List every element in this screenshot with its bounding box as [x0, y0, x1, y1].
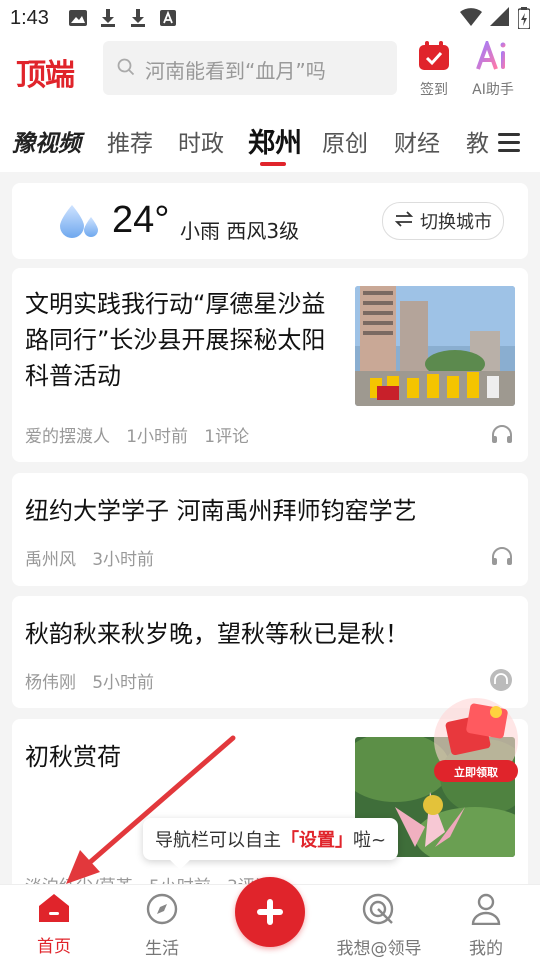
weather-description: 小雨 西风3级 — [180, 219, 300, 243]
channel-menu-icon[interactable] — [498, 131, 520, 157]
download-icon — [98, 8, 118, 28]
ai-assistant-button[interactable]: AI助手 — [463, 38, 523, 99]
nav-home[interactable]: 首页 — [9, 893, 99, 957]
search-input[interactable]: 河南能看到“血月”吗 — [103, 41, 397, 95]
status-system-icons — [460, 7, 531, 33]
switch-city-button[interactable]: 切换城市 — [382, 202, 504, 240]
news-author: 爱的摆渡人 — [25, 427, 110, 447]
checkin-button[interactable]: 签到 — [404, 41, 464, 99]
nav-life-label: 生活 — [145, 939, 179, 959]
search-icon — [117, 58, 135, 80]
nav-post-button[interactable] — [228, 877, 312, 947]
news-title[interactable]: 初秋赏荷 — [25, 739, 335, 775]
download-icon — [128, 8, 148, 28]
person-icon — [470, 893, 502, 930]
tab-original[interactable]: 原创 — [322, 124, 368, 158]
rain-icon — [58, 205, 100, 243]
app-header: 顶端 河南能看到“血月”吗 签到 AI助手 — [0, 36, 540, 100]
wifi-icon — [460, 7, 482, 33]
news-meta: 杨伟刚 5小时前 — [25, 668, 154, 693]
tab-henan-video[interactable]: 豫视频 — [12, 124, 81, 158]
nav-ask-leader-label: 我想@领导 — [336, 939, 422, 959]
nav-settings-tooltip: 导航栏可以自主 「设置」 啦~ — [143, 818, 399, 870]
switch-city-label: 切换城市 — [420, 212, 492, 233]
tooltip-text-end: 啦~ — [353, 830, 387, 851]
swap-icon — [394, 210, 414, 232]
news-card[interactable]: 纽约大学学子 河南禹州拜师钧窑学艺 禹州风 3小时前 — [12, 473, 528, 586]
search-placeholder: 河南能看到“血月”吗 — [145, 59, 326, 83]
active-tab-indicator — [260, 162, 286, 166]
news-title[interactable]: 文明实践我行动“厚德星沙益路同行”长沙县开展探秘太阳科普活动 — [25, 286, 335, 394]
ai-label: AI助手 — [472, 82, 514, 98]
temperature: 24° — [112, 199, 170, 241]
news-meta: 禹州风 3小时前 — [25, 545, 154, 570]
font-app-icon — [158, 8, 178, 28]
ai-icon — [475, 38, 511, 75]
nav-me[interactable]: 我的 — [441, 893, 531, 959]
news-title[interactable]: 秋韵秋来秋岁晚，望秋等秋已是秋！ — [25, 616, 495, 652]
headphone-icon[interactable] — [491, 547, 513, 569]
weather-card: 24° 小雨 西风3级 切换城市 — [12, 183, 528, 259]
tab-recommend[interactable]: 推荐 — [107, 124, 153, 158]
news-thumbnail-image[interactable] — [355, 286, 515, 406]
news-time: 5小时前 — [92, 673, 155, 693]
news-time: 1小时前 — [126, 427, 189, 447]
tooltip-highlight: 「设置」 — [281, 830, 353, 851]
status-time: 1:43 — [10, 7, 49, 29]
status-bar: 1:43 — [0, 0, 540, 36]
news-author: 杨伟刚 — [25, 673, 76, 693]
red-packet-promo[interactable]: 立即领取 — [428, 692, 524, 788]
tooltip-text: 导航栏可以自主 — [155, 830, 281, 851]
news-card[interactable]: 文明实践我行动“厚德星沙益路同行”长沙县开展探秘太阳科普活动 爱的摆渡人 1小时… — [12, 268, 528, 462]
tab-finance[interactable]: 财经 — [394, 124, 440, 158]
plus-icon — [235, 877, 305, 947]
status-notifications — [68, 8, 178, 28]
signal-icon — [490, 7, 510, 33]
nav-me-label: 我的 — [469, 939, 503, 959]
promo-label: 立即领取 — [454, 766, 498, 779]
battery-icon — [517, 7, 531, 33]
calendar-icon — [418, 41, 450, 75]
news-time: 3小时前 — [92, 550, 155, 570]
tab-politics[interactable]: 时政 — [178, 124, 224, 158]
tab-education[interactable]: 教 — [466, 124, 489, 158]
nav-life[interactable]: 生活 — [117, 893, 207, 959]
nav-ask-leader[interactable]: 我想@领导 — [327, 893, 431, 959]
checkin-label: 签到 — [420, 82, 448, 98]
compass-icon — [146, 893, 178, 930]
image-notification-icon — [68, 8, 88, 28]
bottom-nav: 首页 生活 我想@领导 我的 — [0, 877, 540, 961]
tab-zhengzhou[interactable]: 郑州 — [248, 121, 302, 160]
news-title[interactable]: 纽约大学学子 河南禹州拜师钧窑学艺 — [25, 493, 495, 529]
headphone-icon[interactable] — [491, 425, 513, 447]
target-icon — [362, 893, 396, 930]
news-author: 禹州风 — [25, 550, 76, 570]
app-logo: 顶端 — [16, 58, 75, 93]
news-comments: 1评论 — [204, 427, 250, 447]
news-meta: 爱的摆渡人 1小时前 1评论 — [25, 422, 249, 447]
home-icon — [38, 894, 70, 928]
nav-home-label: 首页 — [37, 937, 71, 957]
